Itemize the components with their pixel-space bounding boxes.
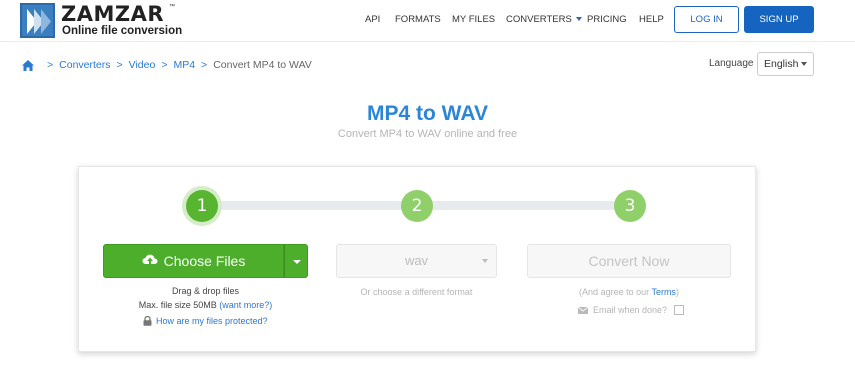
page-subtitle: Convert MP4 to WAV online and free <box>337 128 518 140</box>
step-2-badge: 2 <box>401 190 433 222</box>
language-selected: English <box>764 58 799 70</box>
chevron-down-icon <box>482 259 488 263</box>
page-title: MP4 to WAV <box>367 102 488 125</box>
lock-icon <box>143 316 152 326</box>
top-navbar: ZAMZAR ™ Online file conversion API FORM… <box>0 0 855 42</box>
step-3-badge: 3 <box>614 190 646 222</box>
format-hint: Or choose a different format <box>360 287 473 297</box>
max-file-size-text: Max. file size 50MB <box>138 300 217 310</box>
email-when-done-row: Email when done? <box>578 305 685 315</box>
nav-my-files[interactable]: MY FILES <box>452 0 495 42</box>
drag-drop-hint: Drag & drop files <box>171 286 240 296</box>
choose-files-label: Choose Files <box>163 253 246 269</box>
cloud-upload-icon <box>142 254 158 267</box>
breadcrumb-mp4[interactable]: MP4 <box>173 59 195 71</box>
chevron-down-icon <box>575 17 582 22</box>
terms-link[interactable]: Terms <box>651 287 676 297</box>
breadcrumb-video[interactable]: Video <box>129 59 156 71</box>
breadcrumb-separator: > <box>201 59 208 71</box>
email-when-done-checkbox[interactable] <box>674 305 685 315</box>
terms-suffix: ) <box>675 287 679 297</box>
logo-arrows-icon <box>20 3 55 38</box>
breadcrumb-converters[interactable]: Converters <box>59 59 110 71</box>
format-selected: wav <box>404 253 429 268</box>
nav-formats[interactable]: FORMATS <box>395 0 441 42</box>
choose-files-button[interactable]: Choose Files <box>103 244 284 278</box>
files-protected-link[interactable]: How are my files protected? <box>143 316 268 326</box>
nav-api[interactable]: API <box>365 0 380 42</box>
breadcrumb-current: Convert MP4 to WAV <box>213 59 312 71</box>
nav-converters[interactable]: CONVERTERS <box>506 0 582 42</box>
format-select[interactable]: wav <box>336 244 497 278</box>
step-1-badge: 1 <box>186 190 218 222</box>
breadcrumb: > Converters > Video > MP4 > Convert MP4… <box>22 59 312 71</box>
terms-prefix: (And agree to our <box>579 287 650 297</box>
chevron-down-icon <box>801 62 807 66</box>
files-protected-text: How are my files protected? <box>156 316 268 326</box>
email-when-done-label: Email when done? <box>593 305 668 315</box>
nav-converters-label: CONVERTERS <box>506 14 572 25</box>
nav-pricing[interactable]: PRICING <box>587 0 627 42</box>
language-select[interactable]: English <box>757 52 814 76</box>
choose-files-dropdown-button[interactable] <box>284 244 308 278</box>
chevron-down-icon <box>293 260 301 264</box>
language-label: Language <box>709 58 754 69</box>
nav-help[interactable]: HELP <box>639 0 664 42</box>
convert-now-button[interactable]: Convert Now <box>527 244 731 278</box>
zamzar-logo[interactable]: ZAMZAR ™ Online file conversion <box>20 2 182 39</box>
breadcrumb-separator: > <box>161 59 168 71</box>
logo-name: ZAMZAR <box>61 2 165 26</box>
envelope-icon <box>578 306 588 314</box>
want-more-link[interactable]: (want more?) <box>219 300 272 310</box>
logo-tagline: Online file conversion <box>62 25 183 37</box>
terms-hint: (And agree to our Terms) <box>527 287 731 297</box>
breadcrumb-separator: > <box>116 59 123 71</box>
max-file-size-hint: Max. file size 50MB (want more?) <box>103 300 308 310</box>
signup-button[interactable]: SIGN UP <box>744 6 814 33</box>
home-icon[interactable] <box>22 59 34 71</box>
breadcrumb-separator: > <box>47 59 54 71</box>
logo-trademark: ™ <box>169 4 175 10</box>
login-button[interactable]: LOG IN <box>674 6 739 33</box>
